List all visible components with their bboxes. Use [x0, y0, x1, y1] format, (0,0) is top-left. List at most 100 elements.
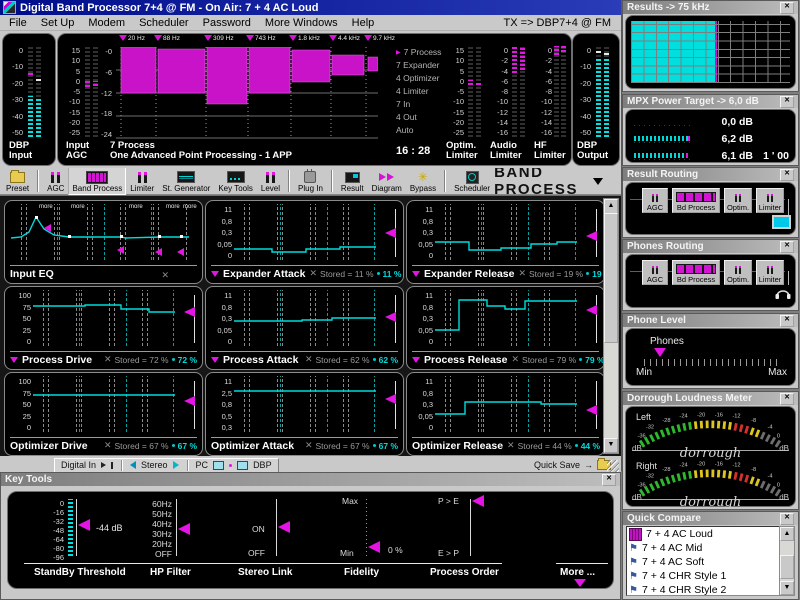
- close-icon[interactable]: [780, 513, 794, 525]
- menu-item[interactable]: Password: [196, 17, 258, 29]
- eq-point[interactable]: [180, 235, 183, 238]
- hp-filter-option[interactable]: 40Hz: [152, 519, 172, 529]
- freq-marker[interactable]: 1.8 kHz: [289, 35, 320, 42]
- freq-marker[interactable]: 20 Hz: [119, 35, 145, 42]
- results-title-bar[interactable]: Results -> 75 kHz: [623, 1, 798, 14]
- preset-scrollbar[interactable]: [779, 526, 795, 596]
- expander-attack-plot[interactable]: [234, 204, 376, 262]
- eq-point[interactable]: [120, 235, 123, 238]
- bypass-button[interactable]: Bypass: [406, 167, 440, 195]
- eq-point[interactable]: [35, 216, 38, 219]
- preset-button[interactable]: Preset: [2, 167, 33, 195]
- slider-handle-icon[interactable]: [385, 228, 396, 238]
- optimizer-release-plot[interactable]: [435, 376, 577, 434]
- slider-handle-icon[interactable]: [385, 394, 396, 404]
- expand-icon[interactable]: [412, 357, 420, 363]
- input-eq-plot[interactable]: moremoremoremoremore: [11, 204, 189, 262]
- clear-icon[interactable]: [309, 268, 317, 279]
- hp-filter-option[interactable]: 60Hz: [152, 499, 172, 509]
- expand-icon[interactable]: [412, 271, 420, 277]
- key-tools-button[interactable]: Key Tools: [214, 167, 257, 195]
- optimizer-drive-plot[interactable]: [33, 376, 175, 434]
- freq-marker[interactable]: 309 Hz: [204, 35, 234, 42]
- process-attack-plot[interactable]: [234, 290, 376, 348]
- plug-in-button[interactable]: Plug In: [294, 167, 327, 195]
- close-icon[interactable]: [602, 474, 616, 486]
- preset-item[interactable]: 7 + 4 CHR Style 2: [627, 583, 779, 596]
- phone-level-scale[interactable]: [644, 359, 779, 366]
- dorrough-title-bar[interactable]: Dorrough Loudness Meter: [623, 392, 798, 405]
- expand-icon[interactable]: [211, 271, 219, 277]
- menu-item[interactable]: Set Up: [34, 17, 82, 29]
- menu-item[interactable]: Scheduler: [132, 17, 196, 29]
- clear-icon[interactable]: [161, 265, 169, 283]
- quick-save-button[interactable]: Quick Save: [534, 460, 611, 470]
- scroll-down-button[interactable]: [604, 438, 618, 453]
- key-tools-title-bar[interactable]: Key Tools: [1, 473, 620, 486]
- eq-handle-icon[interactable]: [44, 224, 51, 232]
- clear-icon[interactable]: [305, 440, 313, 451]
- slider-handle-icon[interactable]: [385, 312, 396, 322]
- scheduler-button[interactable]: Scheduler: [450, 167, 494, 195]
- scroll-thumb[interactable]: [780, 555, 794, 579]
- process-drive-plot[interactable]: [33, 290, 175, 348]
- process-order-handle-icon[interactable]: [472, 495, 484, 507]
- routing-block-bd-process[interactable]: Bd Process: [672, 260, 720, 285]
- preset-item[interactable]: 7 + 4 CHR Style 1: [627, 569, 779, 583]
- process-release-slider[interactable]: [586, 295, 601, 343]
- clear-icon[interactable]: [507, 440, 515, 451]
- limiter-button[interactable]: Limiter: [126, 167, 158, 195]
- preset-item[interactable]: 7 + 4 AC Soft: [627, 555, 779, 569]
- preset-item-selected[interactable]: 7 + 4 AC Loud: [627, 527, 779, 541]
- scroll-down-button[interactable]: [780, 581, 794, 595]
- hp-filter-option[interactable]: OFF: [155, 549, 172, 559]
- result-button[interactable]: Result: [337, 167, 368, 195]
- slider-handle-icon[interactable]: [586, 305, 597, 315]
- expander-release-slider[interactable]: [586, 209, 601, 257]
- close-icon[interactable]: [780, 393, 794, 405]
- phone-level-handle-icon[interactable]: [654, 348, 666, 357]
- freq-marker[interactable]: 88 Hz: [154, 35, 180, 42]
- process-order-bottom[interactable]: E > P: [438, 548, 459, 558]
- standby-handle-icon[interactable]: [78, 519, 90, 531]
- eq-point[interactable]: [158, 235, 161, 238]
- slider-handle-icon[interactable]: [184, 396, 195, 406]
- main-title-bar[interactable]: Digital Band Processor 7+4 @ FM - On Air…: [0, 0, 621, 15]
- mpx-title-bar[interactable]: MPX Power Target -> 6,0 dB: [623, 95, 798, 108]
- freq-marker[interactable]: 743 Hz: [246, 35, 276, 42]
- close-icon[interactable]: [780, 2, 794, 14]
- process-release-plot[interactable]: [435, 290, 577, 348]
- process-order-top[interactable]: P > E: [438, 496, 459, 506]
- close-icon[interactable]: [780, 169, 794, 181]
- stereo-link-on[interactable]: ON: [252, 524, 265, 534]
- clear-icon[interactable]: [104, 440, 112, 451]
- routing-block-optim[interactable]: Optim.: [724, 260, 752, 285]
- quick-compare-title-bar[interactable]: Quick Compare: [623, 512, 798, 525]
- expand-icon[interactable]: [211, 357, 219, 363]
- scroll-thumb[interactable]: [604, 213, 618, 343]
- chevron-down-icon[interactable]: [593, 178, 603, 185]
- hp-filter-option[interactable]: 50Hz: [152, 509, 172, 519]
- clear-icon[interactable]: [104, 354, 112, 365]
- clear-icon[interactable]: [518, 268, 526, 279]
- phone-level-title-bar[interactable]: Phone Level: [623, 314, 798, 327]
- optimizer-attack-slider[interactable]: [385, 381, 400, 429]
- expander-release-plot[interactable]: [435, 204, 577, 262]
- slider-handle-icon[interactable]: [586, 405, 597, 415]
- optimizer-release-slider[interactable]: [586, 381, 601, 429]
- st-generator-button[interactable]: St. Generator: [158, 167, 214, 195]
- eq-handle-icon[interactable]: [177, 248, 184, 256]
- optimizer-drive-slider[interactable]: [184, 381, 199, 429]
- optimizer-attack-plot[interactable]: [234, 376, 376, 434]
- process-attack-slider[interactable]: [385, 295, 400, 343]
- slider-handle-icon[interactable]: [184, 307, 195, 317]
- routing-block-limiter[interactable]: Limiter: [756, 260, 784, 285]
- hp-filter-option[interactable]: 20Hz: [152, 539, 172, 549]
- close-icon[interactable]: [780, 241, 794, 253]
- phones-routing-title-bar[interactable]: Phones Routing: [623, 240, 798, 253]
- more-chevron-icon[interactable]: [574, 579, 586, 587]
- more-button[interactable]: More ...: [560, 567, 595, 578]
- menu-item[interactable]: File: [2, 17, 34, 29]
- hp-filter-option[interactable]: 30Hz: [152, 529, 172, 539]
- eq-handle-icon[interactable]: [117, 246, 124, 254]
